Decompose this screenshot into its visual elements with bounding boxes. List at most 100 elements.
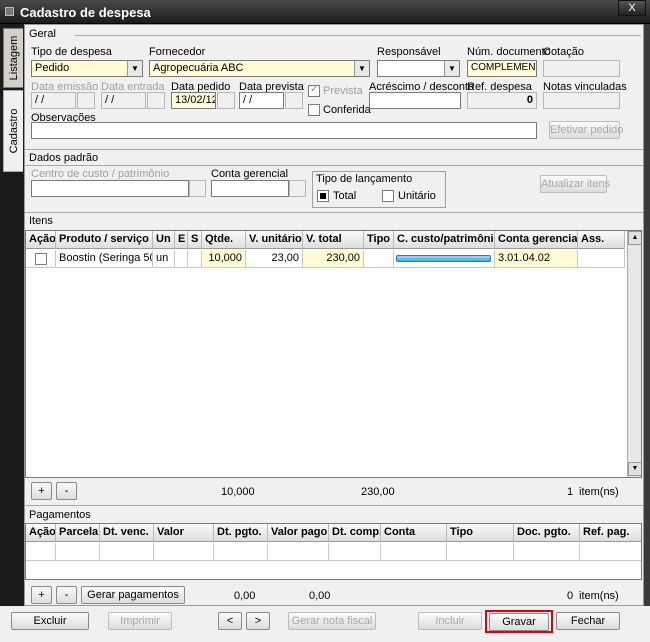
data-entrada-calendar-button[interactable] <box>147 92 165 109</box>
data-pedido-calendar-button[interactable] <box>217 92 235 109</box>
chevron-down-icon[interactable]: ▼ <box>444 61 459 76</box>
responsavel-select[interactable]: ▼ <box>377 60 460 77</box>
row-tipo-cell[interactable] <box>364 250 394 268</box>
col-s[interactable]: S <box>188 231 202 249</box>
row-produto-cell[interactable]: Boostin (Seringa 500 ml) <box>56 250 153 268</box>
efetivar-pedido-button[interactable]: Efetivar pedido <box>549 121 623 139</box>
col-v-unitario[interactable]: V. unitário <box>246 231 303 249</box>
itens-remove-button[interactable]: - <box>56 482 77 500</box>
fornecedor-select[interactable]: Agropecuária ABC ▼ <box>149 60 370 77</box>
col-conta-gerencial[interactable]: Conta gerencial <box>495 231 578 249</box>
tipo-despesa-select[interactable]: Pedido ▼ <box>31 60 143 77</box>
col-e[interactable]: E <box>175 231 188 249</box>
tab-listagem[interactable]: Listagem <box>3 28 23 88</box>
pagamentos-total-pago: 0,00 <box>309 590 331 602</box>
chevron-down-icon[interactable]: ▼ <box>127 61 142 76</box>
row-e-cell[interactable] <box>175 250 188 268</box>
scroll-down-icon[interactable]: ▼ <box>628 462 641 476</box>
col-dt-pgto[interactable]: Dt. pgto. <box>214 524 268 542</box>
acrescimo-input[interactable] <box>369 92 461 109</box>
data-prevista-input[interactable]: / / <box>239 92 284 109</box>
col-un[interactable]: Un <box>153 231 175 249</box>
data-emissao-calendar-button[interactable] <box>77 92 95 109</box>
pagamentos-add-button[interactable]: + <box>31 586 52 604</box>
col-v-total[interactable]: V. total <box>303 231 364 249</box>
gravar-button[interactable]: Gravar <box>489 613 549 631</box>
conferida-label: Conferida <box>323 104 371 116</box>
centro-custo-input[interactable] <box>31 180 189 197</box>
empty-cell <box>447 543 514 561</box>
row-ass-cell[interactable] <box>578 250 625 268</box>
side-tab-bar: Listagem Cadastro <box>0 24 24 636</box>
scroll-up-icon[interactable]: ▲ <box>628 231 641 245</box>
col-dt-venc[interactable]: Dt. venc. <box>100 524 154 542</box>
unitario-radio[interactable] <box>382 190 394 202</box>
empty-cell <box>26 543 56 561</box>
incluir-button[interactable]: Incluir <box>418 612 482 630</box>
cotacao-input[interactable] <box>543 60 620 77</box>
previous-record-button[interactable]: < <box>218 612 242 630</box>
col-ref-pag[interactable]: Ref. pag. <box>580 524 641 542</box>
gerar-pagamentos-button[interactable]: Gerar pagamentos <box>81 586 185 604</box>
row-un-cell[interactable]: un <box>153 250 175 268</box>
row-s-cell[interactable] <box>188 250 202 268</box>
col-produto[interactable]: Produto / serviço <box>56 231 153 249</box>
row-v-unitario-cell[interactable]: 23,00 <box>246 250 303 268</box>
close-button[interactable]: X <box>618 0 646 16</box>
row-c-custo-cell[interactable] <box>394 250 495 268</box>
col-dt-comp[interactable]: Dt. comp. <box>329 524 381 542</box>
row-select-checkbox[interactable] <box>35 253 47 265</box>
prevista-checkbox[interactable] <box>308 84 320 97</box>
excluir-button[interactable]: Excluir <box>11 612 89 630</box>
col-valor[interactable]: Valor <box>154 524 214 542</box>
pagamentos-remove-button[interactable]: - <box>56 586 77 604</box>
col-c-custo[interactable]: C. custo/patrimônio <box>394 231 495 249</box>
tipo-despesa-label: Tipo de despesa <box>31 46 112 58</box>
col-acao[interactable]: Ação <box>26 524 56 542</box>
num-documento-input[interactable]: COMPLEMENTA <box>467 60 537 77</box>
total-radio[interactable] <box>317 190 329 202</box>
data-prevista-calendar-button[interactable] <box>285 92 303 109</box>
col-conta[interactable]: Conta <box>381 524 447 542</box>
row-qtde-cell[interactable]: 10,000 <box>202 250 246 268</box>
fechar-button[interactable]: Fechar <box>556 612 620 630</box>
col-doc-pgto[interactable]: Doc. pgto. <box>514 524 580 542</box>
empty-cell <box>329 543 381 561</box>
notas-vinculadas-input[interactable] <box>543 92 620 109</box>
col-acao[interactable]: Ação <box>26 231 56 249</box>
centro-custo-lookup-button[interactable] <box>189 180 206 197</box>
col-qtde[interactable]: Qtde. <box>202 231 246 249</box>
gerar-nota-fiscal-button[interactable]: Gerar nota fiscal <box>288 612 376 630</box>
responsavel-label: Responsável <box>377 46 441 58</box>
conferida-checkbox[interactable] <box>308 104 320 116</box>
data-emissao-input[interactable]: / / <box>31 92 76 109</box>
itens-vertical-scrollbar[interactable]: ▲ ▼ <box>627 231 641 477</box>
pagamentos-count-suffix: item(ns) <box>579 590 619 602</box>
col-valor-pago[interactable]: Valor pago <box>268 524 329 542</box>
itens-add-button[interactable]: + <box>31 482 52 500</box>
row-conta-gerencial-cell[interactable]: 3.01.04.02 <box>495 250 578 268</box>
next-record-button[interactable]: > <box>246 612 270 630</box>
prevista-label: Prevista <box>323 85 363 97</box>
atualizar-itens-button[interactable]: Atualizar itens <box>540 175 610 193</box>
tab-cadastro[interactable]: Cadastro <box>3 90 23 172</box>
conta-gerencial-lookup-button[interactable] <box>289 180 306 197</box>
chevron-down-icon[interactable]: ▼ <box>354 61 369 76</box>
fornecedor-value: Agropecuária ABC <box>153 62 244 74</box>
col-parcela[interactable]: Parcela <box>56 524 100 542</box>
conta-gerencial-input[interactable] <box>211 180 289 197</box>
data-pedido-input[interactable]: 13/02/12 <box>171 92 216 109</box>
data-entrada-input[interactable]: / / <box>101 92 146 109</box>
row-v-total-cell[interactable]: 230,00 <box>303 250 364 268</box>
divider <box>25 212 643 213</box>
divider <box>75 35 641 36</box>
unitario-option-label: Unitário <box>398 190 436 202</box>
observacoes-input[interactable] <box>31 122 537 139</box>
col-tipo[interactable]: Tipo <box>447 524 514 542</box>
section-dados-padrao-title: Dados padrão <box>29 152 99 164</box>
col-ass[interactable]: Ass. <box>578 231 625 249</box>
col-tipo[interactable]: Tipo <box>364 231 394 249</box>
section-geral-title: Geral <box>29 28 56 40</box>
imprimir-button[interactable]: Imprimir <box>108 612 172 630</box>
row-acao-cell[interactable] <box>26 250 56 268</box>
